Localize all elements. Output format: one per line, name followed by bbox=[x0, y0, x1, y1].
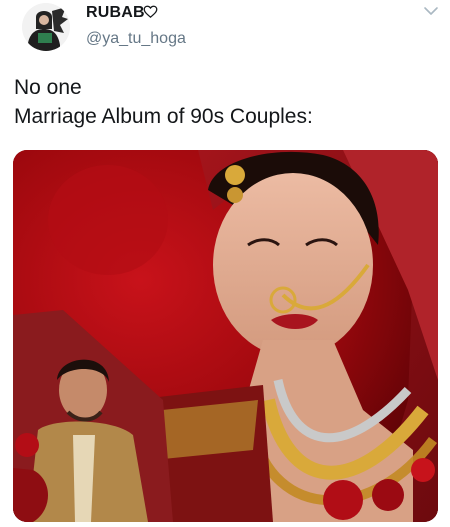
profile-avatar-icon bbox=[22, 3, 70, 51]
chevron-down-icon[interactable] bbox=[420, 2, 442, 20]
tweet-text-line: No one bbox=[14, 76, 82, 99]
tweet-text: No one Marriage Album of 90s Couples: bbox=[14, 73, 434, 131]
display-name[interactable]: RUBAB bbox=[86, 4, 145, 22]
wedding-photo bbox=[13, 150, 438, 522]
tweet-media-image[interactable] bbox=[13, 150, 438, 522]
heart-outline-icon bbox=[143, 5, 158, 18]
tweet-text-line: Marriage Album of 90s Couples: bbox=[14, 105, 313, 128]
handle[interactable]: @ya_tu_hoga bbox=[86, 30, 186, 48]
avatar[interactable] bbox=[22, 3, 70, 51]
